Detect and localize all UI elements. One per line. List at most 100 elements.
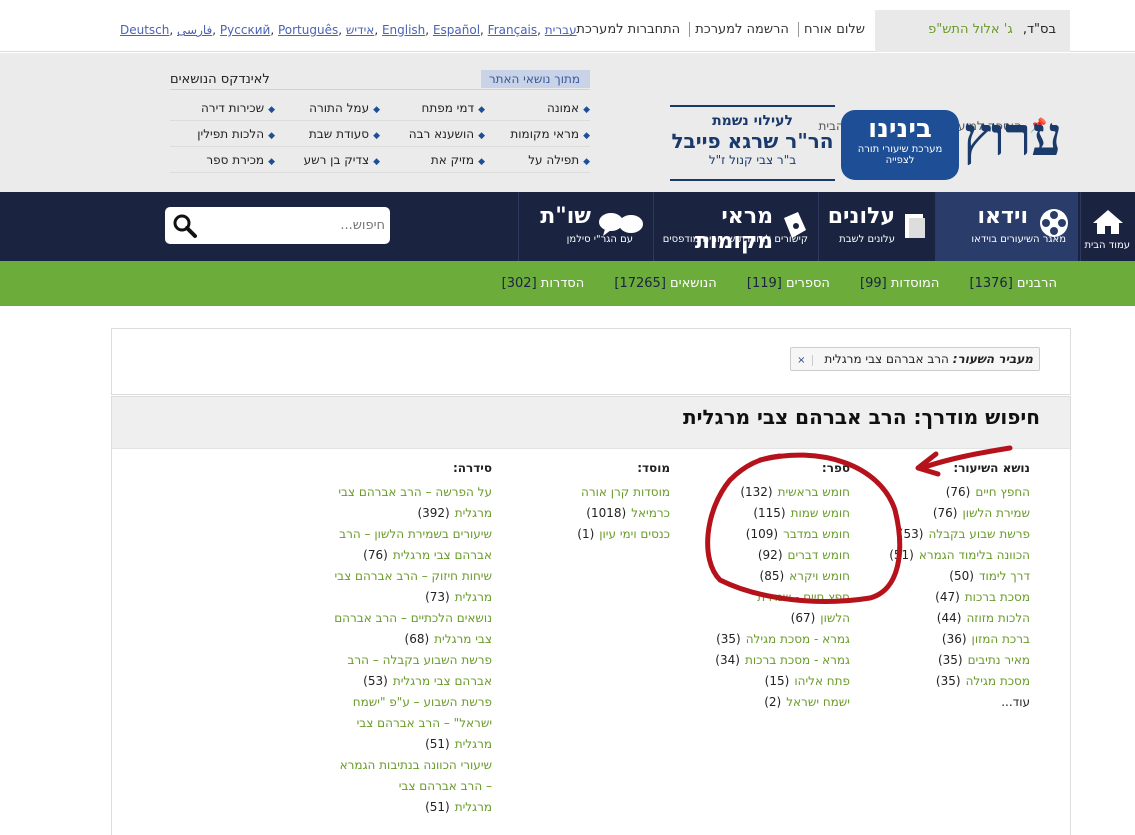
topic-link[interactable]: ◆מכירת ספר [170, 147, 275, 173]
nav-shut[interactable]: שו"ת עם הגר"י סילמן [518, 192, 653, 261]
facet-item[interactable]: חומש דברים (92) [700, 545, 850, 566]
facet-item[interactable]: דרך לימוד (50) [889, 566, 1030, 587]
facet-item[interactable]: מסכת ברכות (47) [889, 587, 1030, 608]
tab-institutions[interactable]: המוסדות [99] [860, 276, 939, 291]
guest-greeting: שלום אורח [798, 22, 870, 37]
lang-french[interactable]: Français [488, 23, 537, 37]
arrow-icon: ◆ [478, 105, 485, 115]
nav-alonim[interactable]: עלונים עלונים לשבת [818, 192, 935, 261]
arrow-icon: ◆ [268, 157, 275, 167]
topic-link[interactable]: ◆תפילה על [485, 147, 590, 173]
topic-link[interactable]: ◆דמי מפתח [380, 95, 485, 121]
facet-item[interactable]: גמרא - מסכת מגילה (35) [700, 629, 850, 650]
facet-item[interactable]: גמרא - מסכת ברכות (34) [700, 650, 850, 671]
facet-item[interactable]: מסכת מגילה (35) [889, 671, 1030, 692]
facet-item[interactable]: הלכות מזוזה (44) [889, 608, 1030, 629]
topic-link[interactable]: ◆סעודת שבת [275, 121, 380, 147]
tab-topics[interactable]: הנושאים [17265] [614, 276, 716, 291]
tab-rabbis[interactable]: הרבנים [1376] [970, 276, 1057, 291]
remove-filter-icon[interactable]: × [797, 355, 813, 366]
tab-label: הסדרות [540, 276, 585, 291]
topics-header: מתוך נושאי האתר לאינדקס הנושאים [170, 70, 590, 90]
facet-item[interactable]: ברכת המזון (36) [889, 629, 1030, 650]
topics-tab[interactable]: מתוך נושאי האתר [480, 70, 590, 88]
facet-count: (85) [759, 569, 785, 583]
topic-link[interactable]: ◆אמונה [485, 95, 590, 121]
facet-item[interactable]: חפץ חיים - שמירת הלשון(67) [700, 587, 850, 629]
tab-label: הנושאים [670, 276, 717, 291]
facet-item[interactable]: חומש שמות (115) [700, 503, 850, 524]
facet-item[interactable]: שיעורים בשמירת הלשון – הרב אברהם צבי מרג… [332, 524, 492, 566]
register-link[interactable]: הרשמה למערכת [689, 22, 794, 37]
lang-russian[interactable]: Русский [220, 23, 270, 37]
logo-tagline: מערכת שיעורי תורה לצפייה [857, 144, 943, 166]
facet-item[interactable]: כרמיאל (1018) [576, 503, 670, 524]
topics-index-link[interactable]: לאינדקס הנושאים [170, 72, 270, 87]
facet-label: שמירת הלשון [962, 506, 1030, 520]
book-facet-head: ספר: [821, 461, 850, 475]
topic-link[interactable]: ◆הלכות תפילין [170, 121, 275, 147]
facet-label: על הפרשה – הרב אברהם צבי מרגלית [338, 485, 492, 520]
facet-label: מאיר נתיבים [967, 653, 1030, 667]
topic-label: צדיק בן רשע [303, 153, 370, 167]
nav-video-title: וידאו [977, 204, 1028, 229]
facet-item[interactable]: החפץ חיים (76) [889, 482, 1030, 503]
lang-spanish[interactable]: Español [433, 23, 480, 37]
facet-item[interactable]: הכוונה בלימוד הגמרא (51) [889, 545, 1030, 566]
topic-link[interactable]: ◆עמל התורה [275, 95, 380, 121]
facet-item[interactable]: שמירת הלשון (76) [889, 503, 1030, 524]
lang-farsi[interactable]: فارسی [177, 23, 212, 37]
facet-item[interactable]: מאיר נתיבים (35) [889, 650, 1030, 671]
topic-link[interactable]: ◆מראי מקומות [485, 121, 590, 147]
facet-item[interactable]: חומש ויקרא (85) [700, 566, 851, 587]
filter-value: הרב אברהם צבי מרגלית [824, 352, 949, 366]
facet-item[interactable]: פרשת השבוע בקבלה – הרב אברהם צבי מרגלית(… [332, 650, 492, 692]
series-facet-head: סידרה: [452, 461, 492, 475]
topic-link[interactable]: ◆מזיק את [380, 147, 485, 173]
lang-english[interactable]: English [382, 23, 425, 37]
lang-yiddish[interactable]: אידיש [346, 23, 374, 37]
topic-link[interactable]: ◆צדיק בן רשע [275, 147, 380, 173]
arrow-icon: ◆ [373, 131, 380, 141]
facet-item[interactable]: חומש במדבר (109) [700, 524, 850, 545]
search-input[interactable] [205, 211, 385, 240]
facet-item[interactable]: שיחות חיזוק – הרב אברהם צבי מרגלית(73) [332, 566, 492, 608]
lang-portuguese[interactable]: Português [278, 23, 338, 37]
facet-count: (36) [941, 632, 967, 646]
more-topics-link[interactable]: עוד... [889, 692, 1030, 713]
facet-count: (92) [757, 548, 783, 562]
facet-item[interactable]: שיעורי הכוונה בנתיבות הגמרא – הרב אברהם … [332, 755, 492, 818]
lang-hebrew[interactable]: עברית [545, 23, 577, 37]
facet-count: (51) [425, 800, 450, 814]
facet-label: שיעורים בשמירת הלשון – הרב אברהם צבי מרג… [339, 527, 492, 562]
arrow-icon: ◆ [268, 105, 275, 115]
facet-item[interactable]: פרשת שבוע בקבלה (53) [889, 524, 1030, 545]
facet-item[interactable]: מוסדות קרן אורה [576, 482, 670, 503]
tab-books[interactable]: הספרים [119] [747, 276, 830, 291]
lang-german[interactable]: Deutsch [120, 23, 169, 37]
arrow-icon: ◆ [583, 157, 590, 167]
topic-label: אמונה [546, 101, 580, 115]
nav-home[interactable]: עמוד הבית [1080, 192, 1135, 261]
facet-item[interactable]: פתח אליהו (15) [700, 671, 850, 692]
facet-item[interactable]: ישמח ישראל (2) [700, 692, 850, 713]
topic-label: מראי מקומות [510, 127, 580, 141]
search-button[interactable] [167, 209, 203, 242]
nav-video[interactable]: וידאו מאגר השיעורים בוידאו [935, 192, 1078, 261]
tab-label: הרבנים [1016, 276, 1057, 291]
facet-count: (109) [745, 527, 779, 541]
facet-item[interactable]: כנסים וימי עיון (1) [576, 524, 670, 545]
topic-link[interactable]: ◆שכירות דירה [170, 95, 275, 121]
facet-label: פרשת שבוע בקבלה [928, 527, 1030, 541]
facet-item[interactable]: חומש בראשית (132) [700, 482, 850, 503]
logo-badge: בינינו מערכת שיעורי תורה לצפייה [841, 110, 959, 180]
facet-item[interactable]: פרשת השבוע – ע"פ "ישמח ישראל" – הרב אברה… [332, 692, 492, 755]
topic-link[interactable]: ◆הושענא רבה [380, 121, 485, 147]
tab-series[interactable]: הסדרות [302] [502, 276, 585, 291]
facet-item[interactable]: על הפרשה – הרב אברהם צבי מרגלית(392) [332, 482, 492, 524]
nav-mareh-mekomot[interactable]: מראי מקומות קישורים להורדת שיעורים מודפס… [653, 192, 818, 261]
tab-count: [17265] [614, 276, 666, 291]
login-link[interactable]: התחברות למערכת [571, 22, 685, 37]
facet-item[interactable]: נושאים הלכתיים – הרב אברהם צבי מרגלית(68… [332, 608, 492, 650]
site-logo[interactable]: ערוץ בינינו מערכת שיעורי תורה לצפייה [837, 104, 1062, 186]
